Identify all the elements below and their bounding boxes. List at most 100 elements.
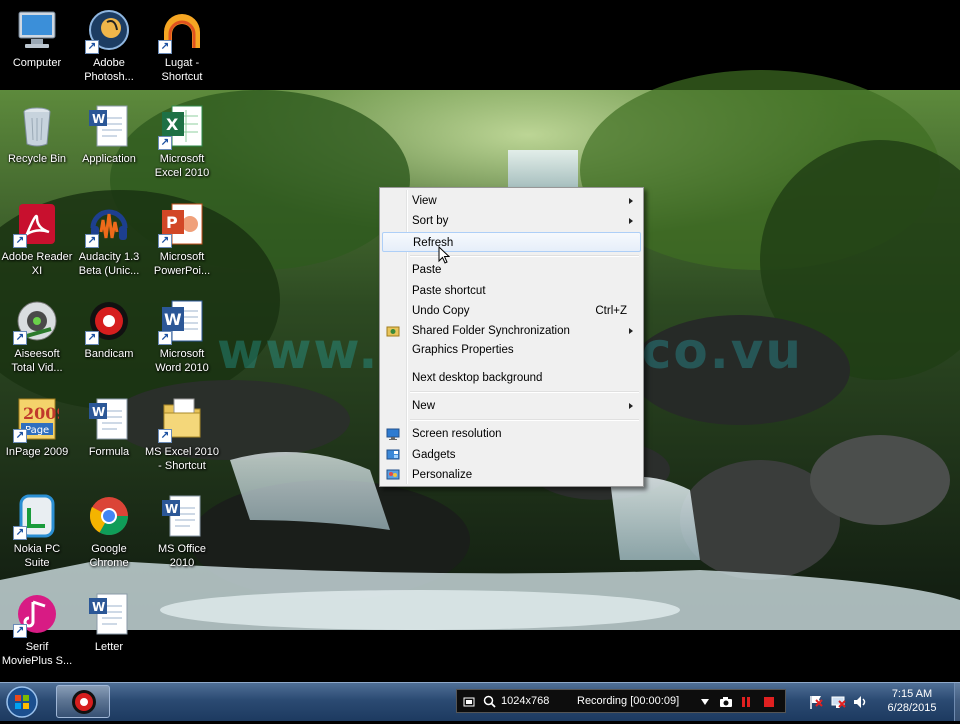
svg-text:X: X <box>166 115 179 134</box>
desktop-icon-ms-office[interactable]: W MS Office 2010 <box>145 494 219 570</box>
menu-item-gadgets[interactable]: Gadgets <box>382 445 641 465</box>
pause-icon[interactable] <box>741 696 751 708</box>
desktop-icon-bandicam[interactable]: ↗ Bandicam <box>72 299 146 361</box>
shortcut-arrow-icon: ↗ <box>85 331 99 345</box>
shortcut-arrow-icon: ↗ <box>13 624 27 638</box>
menu-item-shared-folder-sync[interactable]: Shared Folder Synchronization <box>382 321 641 341</box>
shortcut-arrow-icon: ↗ <box>13 429 27 443</box>
adobe-reader-icon: ↗ <box>13 202 59 248</box>
menu-separator <box>410 419 639 421</box>
svg-text:W: W <box>165 502 178 516</box>
word-icon: W ↗ <box>158 299 204 345</box>
powerpoint-icon: P ↗ <box>158 202 204 248</box>
clock-time: 7:15 AM <box>891 688 933 700</box>
desktop-icon-adobe-reader[interactable]: ↗ Adobe Reader XI <box>0 202 74 278</box>
word-document-icon: W <box>87 104 131 148</box>
shortcut-key-label: Ctrl+Z <box>595 305 627 317</box>
shortcut-arrow-icon: ↗ <box>158 136 172 150</box>
volume-icon[interactable] <box>852 694 868 710</box>
menu-item-undo-copy[interactable]: Undo Copy Ctrl+Z <box>382 301 641 321</box>
shortcut-arrow-icon: ↗ <box>158 234 172 248</box>
shortcut-arrow-icon: ↗ <box>158 331 172 345</box>
aiseesoft-icon: ↗ <box>13 299 59 345</box>
recycle-bin-icon <box>15 104 59 148</box>
desktop-icon-aiseesoft[interactable]: ↗ Aiseesoft Total Vid... <box>0 299 74 375</box>
clock-date: 6/28/2015 <box>887 702 937 714</box>
desktop-icon-google-chrome[interactable]: Google Chrome <box>72 494 146 570</box>
bandicam-icon: ↗ <box>85 299 131 345</box>
recording-resolution: 1024x768 <box>501 695 550 707</box>
menu-item-paste[interactable]: Paste <box>382 260 641 280</box>
submenu-arrow-icon <box>629 403 633 409</box>
chevron-down-icon[interactable] <box>701 699 709 705</box>
desktop-icon-application[interactable]: W Application <box>72 104 146 166</box>
gadgets-icon <box>386 449 400 460</box>
shortcut-arrow-icon: ↗ <box>85 234 99 248</box>
desktop-icon-microsoft-excel[interactable]: X ↗ Microsoft Excel 2010 <box>145 104 219 180</box>
recording-status: Recording [00:00:09] <box>577 695 680 707</box>
desktop-icon-serif-movieplus[interactable]: ↗ Serif MoviePlus S... <box>0 592 74 668</box>
svg-text:W: W <box>92 405 105 419</box>
submenu-arrow-icon <box>629 198 633 204</box>
nokia-pc-suite-icon: ↗ <box>13 494 59 540</box>
word-document-icon: W <box>87 592 131 636</box>
menu-item-refresh[interactable]: Refresh <box>382 232 641 252</box>
camera-icon[interactable] <box>719 696 733 708</box>
recording-toolbar: 1024x768 Recording [00:00:09] <box>456 689 786 713</box>
desktop-icon-microsoft-powerpoint[interactable]: P ↗ Microsoft PowerPoi... <box>145 202 219 278</box>
word-document-icon: W <box>160 494 204 538</box>
system-clock[interactable]: 7:15 AM 6/28/2015 <box>872 687 952 715</box>
menu-item-view[interactable]: View <box>382 191 641 211</box>
screen-region-icon[interactable] <box>463 696 475 708</box>
desktop-context-menu: View Sort by Refresh Paste Paste shortcu… <box>379 187 644 487</box>
desktop-icon-audacity[interactable]: ↗ Audacity 1.3 Beta (Unic... <box>72 202 146 278</box>
desktop-icon-formula[interactable]: W Formula <box>72 397 146 459</box>
menu-item-next-desktop-background[interactable]: Next desktop background <box>382 368 641 388</box>
lugat-icon: ↗ <box>158 8 204 54</box>
desktop-icon-microsoft-word[interactable]: W ↗ Microsoft Word 2010 <box>145 299 219 375</box>
computer-icon <box>15 8 59 52</box>
system-tray <box>808 691 868 713</box>
shortcut-arrow-icon: ↗ <box>85 40 99 54</box>
svg-text:W: W <box>92 112 105 126</box>
network-icon[interactable] <box>830 694 846 710</box>
word-document-icon: W <box>87 397 131 441</box>
menu-item-screen-resolution[interactable]: Screen resolution <box>382 424 641 444</box>
menu-item-paste-shortcut[interactable]: Paste shortcut <box>382 281 641 301</box>
shared-folder-sync-icon <box>386 326 400 337</box>
shortcut-arrow-icon: ↗ <box>13 331 27 345</box>
desktop-icon-adobe-photoshop[interactable]: ↗ Adobe Photosh... <box>72 8 146 84</box>
action-center-flag-icon[interactable] <box>808 694 824 710</box>
menu-item-graphics-properties[interactable]: Graphics Properties <box>382 340 641 360</box>
menu-separator <box>410 391 639 393</box>
desktop-icon-inpage[interactable]: 2009Page ↗ InPage 2009 <box>0 397 74 459</box>
bandicam-icon <box>72 690 96 714</box>
desktop-icon-recycle-bin[interactable]: Recycle Bin <box>0 104 74 166</box>
menu-item-new[interactable]: New <box>382 396 641 416</box>
submenu-arrow-icon <box>629 218 633 224</box>
menu-item-personalize[interactable]: Personalize <box>382 465 641 485</box>
desktop-icon-letter[interactable]: W Letter <box>72 592 146 654</box>
folder-icon: ↗ <box>158 397 204 443</box>
svg-text:Page: Page <box>25 425 49 436</box>
adobe-photoshop-icon: ↗ <box>85 8 131 54</box>
svg-text:W: W <box>92 600 105 614</box>
start-button[interactable] <box>4 685 40 719</box>
desktop-icon-nokia-pc-suite[interactable]: ↗ Nokia PC Suite <box>0 494 74 570</box>
stop-icon[interactable] <box>763 696 775 708</box>
menu-item-sort-by[interactable]: Sort by <box>382 211 641 231</box>
personalize-icon <box>386 469 400 480</box>
desktop-icon-computer[interactable]: Computer <box>0 8 74 70</box>
desktop-icon-lugat[interactable]: ↗ Lugat - Shortcut <box>145 8 219 84</box>
show-desktop-button[interactable] <box>954 683 960 721</box>
desktop-icon-ms-excel-shortcut[interactable]: ↗ MS Excel 2010 - Shortcut <box>145 397 219 473</box>
windows-logo-icon <box>6 686 38 718</box>
shortcut-arrow-icon: ↗ <box>158 40 172 54</box>
chrome-icon <box>87 494 131 538</box>
taskbar-bandicam-button[interactable] <box>56 685 110 718</box>
search-icon[interactable] <box>483 695 496 708</box>
shortcut-arrow-icon: ↗ <box>13 234 27 248</box>
monitor-icon <box>386 428 400 440</box>
mouse-cursor-icon <box>438 246 450 264</box>
taskbar: 1024x768 Recording [00:00:09] 7:15 AM 6/… <box>0 682 960 721</box>
